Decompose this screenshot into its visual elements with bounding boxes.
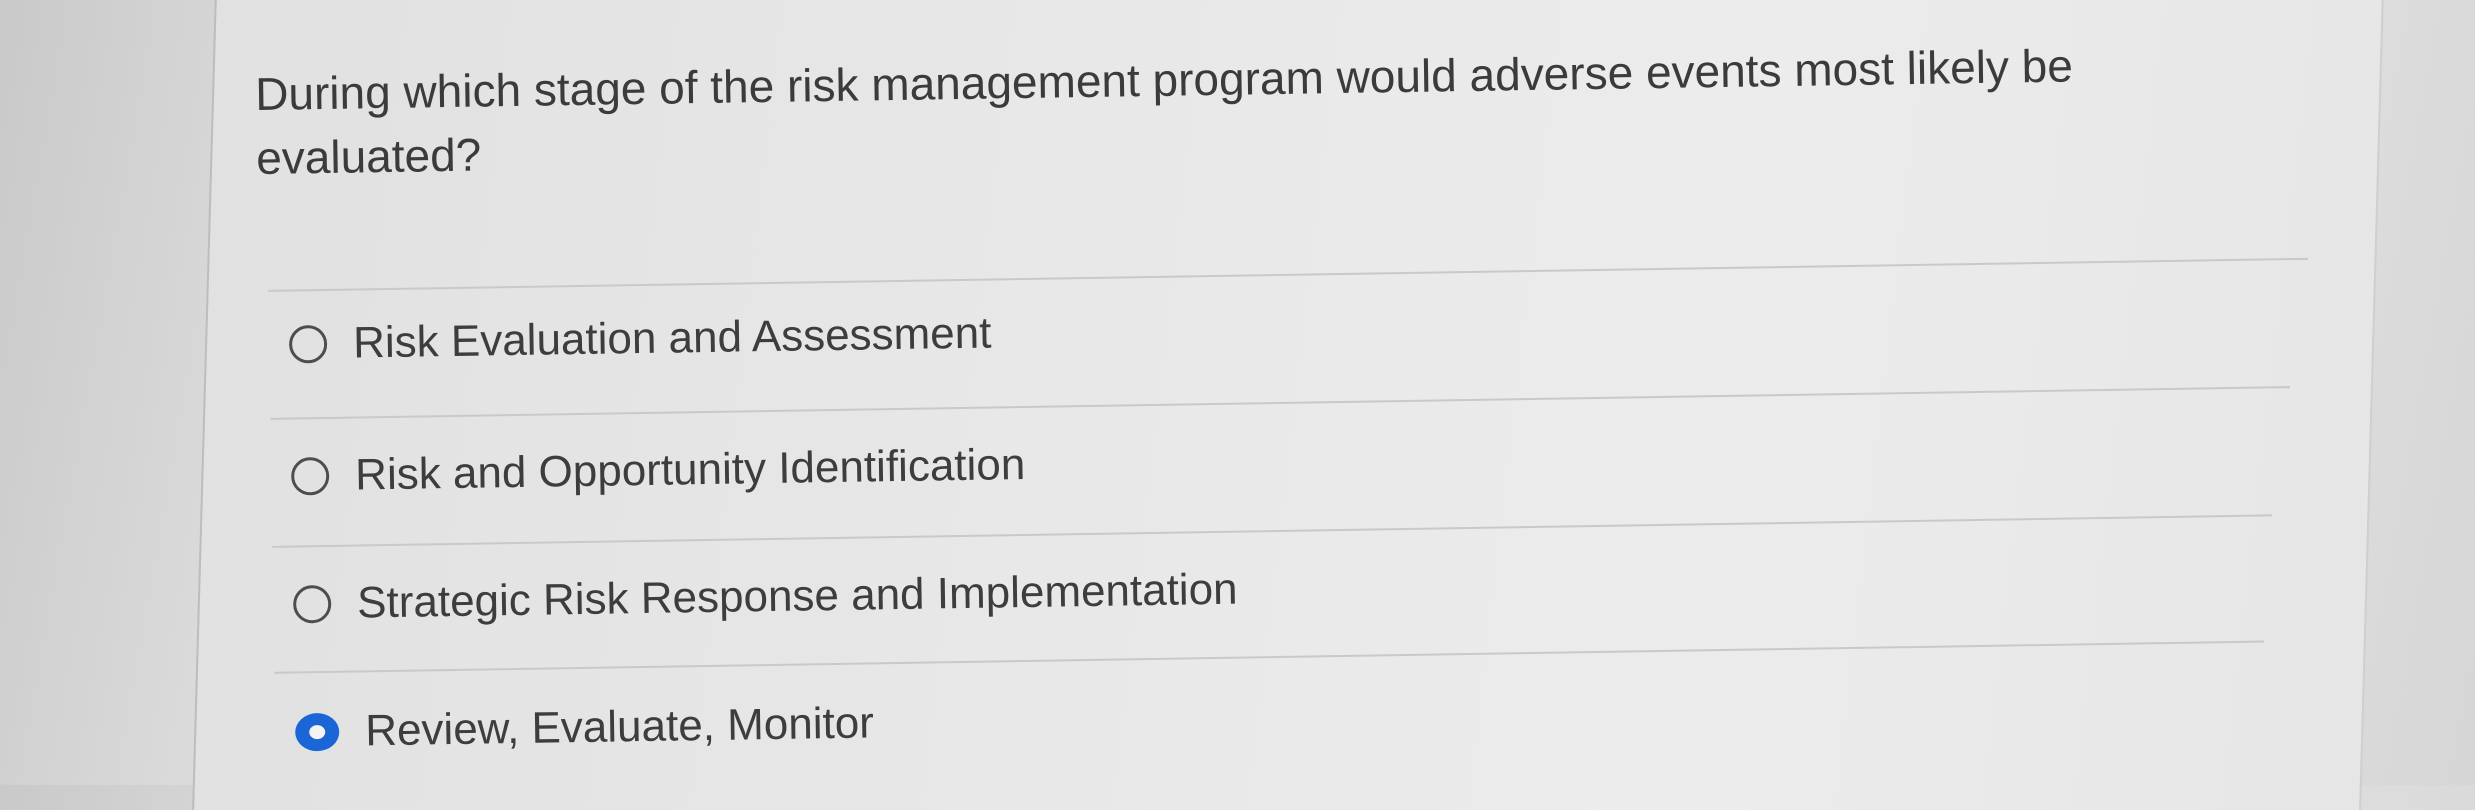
divider xyxy=(274,640,2265,674)
answer-option-4[interactable]: Review, Evaluate, Monitor xyxy=(294,698,875,757)
answer-option-1[interactable]: Risk Evaluation and Assessment xyxy=(288,308,992,370)
answer-option-2[interactable]: Risk and Opportunity Identification xyxy=(290,439,1026,502)
radio-unselected-icon[interactable] xyxy=(288,324,328,364)
radio-unselected-icon[interactable] xyxy=(290,456,330,496)
quiz-question-panel: During which stage of the risk managemen… xyxy=(254,0,2309,785)
question-text: During which stage of the risk managemen… xyxy=(254,39,2074,185)
option-label: Review, Evaluate, Monitor xyxy=(364,698,875,756)
divider xyxy=(272,514,2273,548)
option-label: Risk Evaluation and Assessment xyxy=(352,308,992,368)
divider xyxy=(268,257,2309,292)
option-label: Risk and Opportunity Identification xyxy=(354,439,1026,500)
option-label: Strategic Risk Response and Implementati… xyxy=(356,564,1238,628)
divider xyxy=(270,386,2291,420)
radio-unselected-icon[interactable] xyxy=(292,584,332,624)
answer-option-3[interactable]: Strategic Risk Response and Implementati… xyxy=(292,564,1238,630)
radio-selected-icon[interactable] xyxy=(294,712,340,752)
